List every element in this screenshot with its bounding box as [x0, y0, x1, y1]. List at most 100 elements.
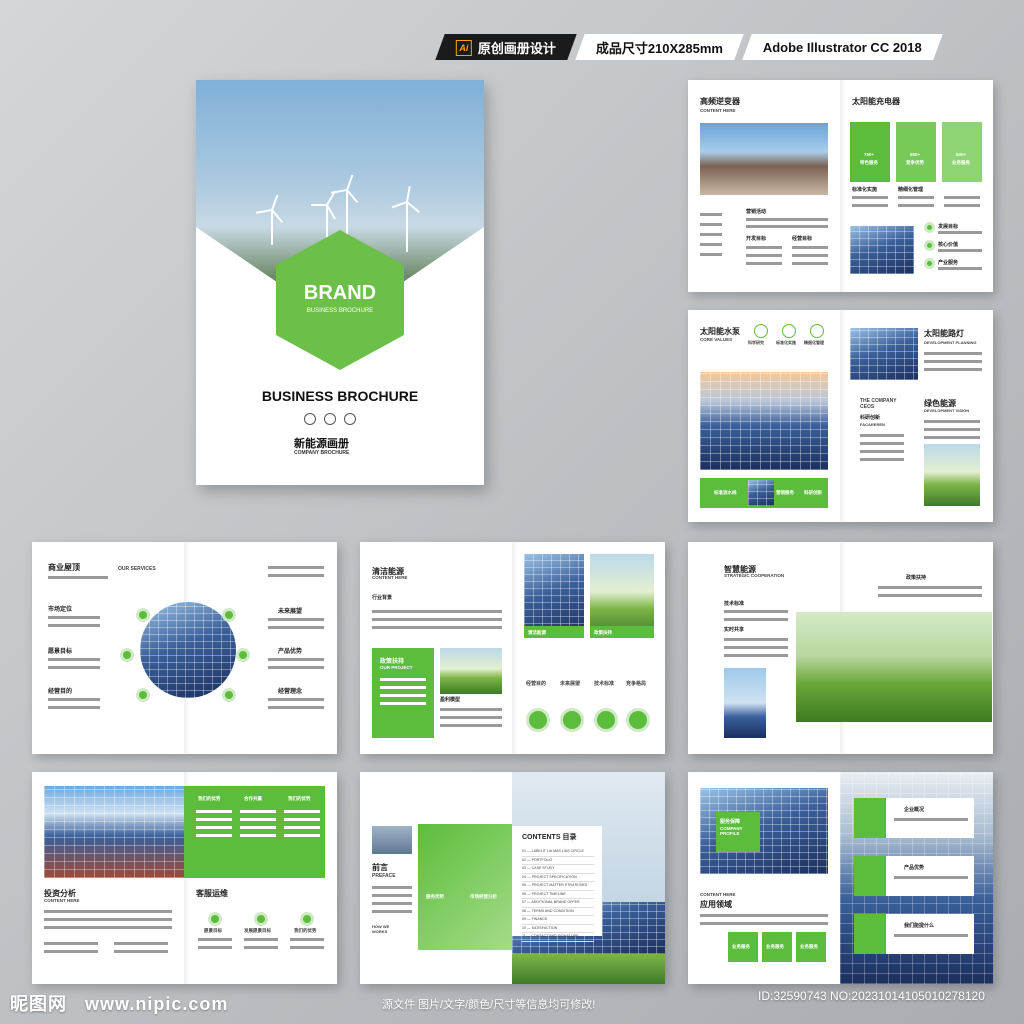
trophy-icon [136, 688, 150, 702]
preface-green-panel: 服务优势 市场经营分析 [418, 824, 514, 950]
globe-icon [236, 648, 250, 662]
circle-icon-2 [560, 708, 584, 732]
street-light-solar-image [850, 328, 918, 380]
spread-water-pump: 太阳能水泵 CORE VALUES 科学研究 标准化实施 精细化管理 标准流水线… [688, 310, 993, 522]
cover-en-sub: COMPANY BROCHURE [294, 450, 350, 456]
management-icon [810, 324, 824, 338]
user-icon [344, 413, 356, 425]
stat-box-2: 650+ 竞争优势 [896, 122, 936, 182]
brand-sub: BUSINESS BROCHURE [306, 308, 374, 314]
stat-box-3: 500+ 业务服务 [942, 122, 982, 182]
spread-commercial-roof: 商业屋顶 OUR SERVICES 市场定位 愿景目标 经营目的 未来展望 产品… [32, 542, 337, 754]
spread2-right-title1: 太阳能路灯 [924, 329, 964, 338]
hand-icon [222, 688, 236, 702]
toc-item: 09 — FINANCE [522, 916, 594, 925]
spread6-service: 客服运维 [196, 889, 228, 898]
spread-clean-energy: 清洁能源 CONTENT HERE 行业背景 政策扶持 OUR PROJECT … [360, 542, 665, 754]
value-icon [924, 240, 935, 251]
spread1-label-d: 精细化管理 [898, 187, 924, 193]
spread8-title: 应用领域 [700, 900, 732, 909]
toc-item: 03 — CASE STUDY [522, 865, 594, 874]
info-card-2: 产品优势 [854, 856, 974, 896]
contents-title: CONTENTS 目录 [522, 834, 577, 841]
toc-item: 11 — CONTACT AND SIGNATURE [522, 933, 594, 942]
standard-icon [782, 324, 796, 338]
spread1-left-sub: CONTENT HERE [700, 108, 736, 113]
spread2-left-title: 太阳能水泵 [700, 327, 740, 336]
tag-software: Adobe Illustrator CC 2018 [742, 34, 943, 60]
spread1-right-title: 太阳能充电器 [852, 97, 900, 106]
spread1-label-a: 开发目标 [746, 236, 767, 242]
stat-box-1: 750+ 特色服务 [850, 122, 890, 182]
leaf-icon [222, 608, 236, 622]
turbine-sky-image [440, 648, 502, 694]
spread3-title: 商业屋顶 [48, 563, 80, 572]
brochure-cover: BRAND BUSINESS BROCHURE BUSINESS BROCHUR… [196, 80, 484, 485]
image-id: ID:32590743 NO:20231014105010278120 [758, 989, 985, 1003]
toc-item: 10 — SATISFACTION [522, 925, 594, 933]
top-bar: Ai 原创画册设计 成品尺寸210X285mm Adobe Illustrator… [435, 34, 943, 60]
spread1-label-b: 经营目标 [792, 236, 813, 242]
toc-item: 01 — LABELIT LIA MAS LIAS CIRCLE [522, 848, 594, 857]
spread-preface-contents: 前言 PREFACE HOW WE WORKS 服务优势 市场经营分析 CONT… [360, 772, 665, 984]
circle-icon-1 [526, 708, 550, 732]
feature-bar: 标准流水线 营销服务 科研创新 [700, 478, 828, 508]
spread-investment: 我们的优势 合作共赢 我们的优势 投资分析 CONTENT HERE 客服运维 … [32, 772, 337, 984]
toc-item: 06 — PROJECT TIMELINE [522, 891, 594, 899]
advantage-icon [300, 912, 314, 926]
illustrator-icon: Ai [456, 39, 472, 55]
spread-inverter: 高频逆变器 CONTENT HERE 营销活动 开发目标 经营目标 太阳能充电器… [688, 80, 993, 292]
spread1-side2: 核心价值 [938, 242, 959, 248]
wind-farm-field-image [796, 612, 992, 722]
vision-icon [208, 912, 222, 926]
target-icon [924, 222, 935, 233]
site-logo: 昵图网 [10, 994, 67, 1014]
cover-title: BUSINESS BROCHURE [261, 388, 419, 404]
info-card-1: 企业概况 [854, 798, 974, 838]
toc-item: 07 — ADDITIONAL BRAND OFFER [522, 899, 594, 908]
spread-smart-energy: 智慧能源 STRATEGIC COOPERATION 技术标准 实时共享 政策扶… [688, 542, 993, 754]
home-icon [304, 413, 316, 425]
wind-turbine-icon [391, 186, 420, 252]
tag1-text: 原创画册设计 [478, 40, 557, 56]
spread1-label-c: 标准化实施 [852, 187, 878, 193]
circle-icon-3 [594, 708, 618, 732]
monitor-icon [120, 648, 134, 662]
city-image [372, 826, 412, 854]
bulb-icon [136, 608, 150, 622]
bottom-note: 源文件 图片/文字/颜色/尺寸等信息均可修改! [382, 999, 596, 1011]
turbine-solar-image [724, 668, 766, 738]
spread1-side3: 产业服务 [938, 260, 959, 266]
house-solar-image [700, 123, 828, 195]
spread-application: 服务保障 COMPANY PROFILE CONTENT HERE 应用领域 业… [688, 772, 993, 984]
cover-icons [304, 413, 356, 425]
spread3-services: OUR SERVICES [118, 566, 156, 572]
site-watermark: 昵图网 www.nipic.com [10, 990, 228, 1016]
brand-text: BRAND [303, 282, 377, 304]
toc-item: 08 — TERMS AND CONDITION [522, 908, 594, 916]
research-icon [754, 324, 768, 338]
wind-turbine-icon [256, 194, 284, 245]
spread2-left-sub: CORE VALUES [700, 337, 733, 342]
spread1-mid-label: 营销活动 [746, 209, 767, 215]
spread1-left-title: 高频逆变器 [700, 97, 740, 106]
guarantee-box: 服务保障 COMPANY PROFILE [716, 812, 760, 852]
table-of-contents: 01 — LABELIT LIA MAS LIAS CIRCLE 02 — POR… [522, 848, 594, 942]
spread1-side1: 发展目标 [938, 224, 959, 230]
solar-panel-image [850, 226, 914, 274]
policy-box: 政策扶持 OUR PROJECT [372, 648, 434, 738]
advantages-band: 我们的优势 合作共赢 我们的优势 [184, 786, 325, 878]
rooftop-solar-image [44, 786, 184, 878]
toc-item: 04 — PROJECT SPECIFICATION [522, 874, 594, 882]
circle-icon-4 [626, 708, 650, 732]
service-icon [924, 258, 935, 269]
tag-original-design: Ai 原创画册设计 [435, 34, 577, 60]
info-card-3: 我们能提什么 [854, 914, 974, 954]
develop-icon [254, 912, 268, 926]
site-url: www.nipic.com [85, 994, 229, 1014]
cover-cn-title: 新能源画册 [294, 438, 349, 450]
tag-size: 成品尺寸210X285mm [575, 34, 744, 60]
contents-card: CONTENTS 目录 01 — LABELIT LIA MAS LIAS CI… [512, 826, 602, 942]
gear-icon [324, 413, 336, 425]
green-field-image [924, 444, 980, 506]
